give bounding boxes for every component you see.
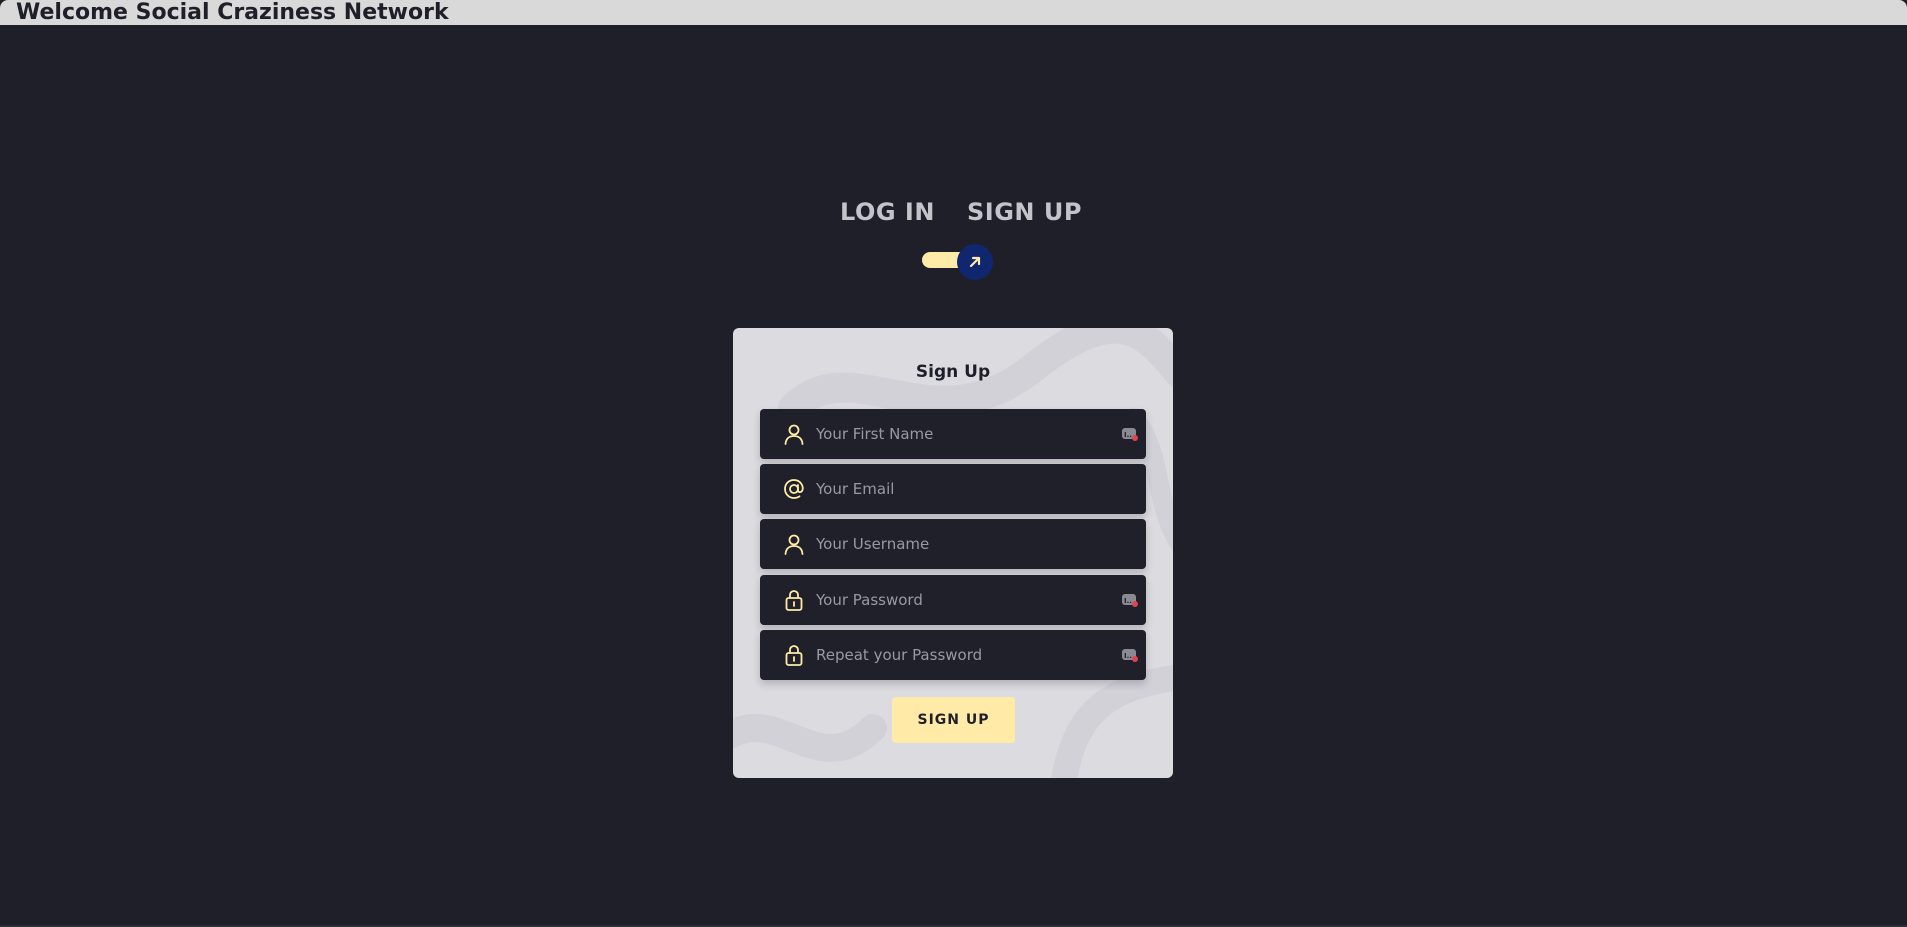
- svg-text:I..: I..: [1124, 431, 1132, 439]
- first-name-field[interactable]: I..: [760, 409, 1146, 459]
- svg-text:I..: I..: [1124, 652, 1132, 660]
- signup-card: Sign Up I..: [733, 328, 1173, 778]
- signup-submit-label: SIGN UP: [917, 712, 990, 728]
- password-manager-badge-icon[interactable]: I..: [1121, 592, 1139, 608]
- signup-submit-button[interactable]: SIGN UP: [892, 697, 1015, 743]
- password-manager-badge-icon[interactable]: I..: [1121, 426, 1139, 442]
- signup-tab-label[interactable]: SIGN UP: [967, 198, 1082, 226]
- auth-mode-labels: LOG IN SIGN UP: [0, 198, 1907, 234]
- email-field[interactable]: [760, 464, 1146, 514]
- lock-icon: [785, 645, 803, 666]
- first-name-input[interactable]: [816, 409, 1116, 459]
- password-input[interactable]: [816, 575, 1116, 625]
- repeat-password-input[interactable]: [816, 630, 1116, 680]
- user-icon: [784, 534, 804, 555]
- login-tab-label[interactable]: LOG IN: [840, 198, 935, 226]
- at-sign-icon: [784, 479, 804, 499]
- window-title-bar: Welcome Social Craziness Network: [0, 0, 1907, 25]
- password-manager-badge-icon[interactable]: I..: [1121, 647, 1139, 663]
- repeat-password-field[interactable]: I..: [760, 630, 1146, 680]
- auth-mode-toggle-knob[interactable]: [957, 244, 993, 280]
- window-title: Welcome Social Craziness Network: [16, 0, 449, 25]
- form-title: Sign Up: [915, 362, 991, 382]
- svg-text:I..: I..: [1124, 597, 1132, 605]
- username-input[interactable]: [816, 519, 1116, 569]
- arrow-up-right-icon: [969, 256, 981, 268]
- lock-icon: [785, 590, 803, 611]
- user-icon: [784, 424, 804, 445]
- password-field[interactable]: I..: [760, 575, 1146, 625]
- username-field[interactable]: [760, 519, 1146, 569]
- email-input[interactable]: [816, 464, 1116, 514]
